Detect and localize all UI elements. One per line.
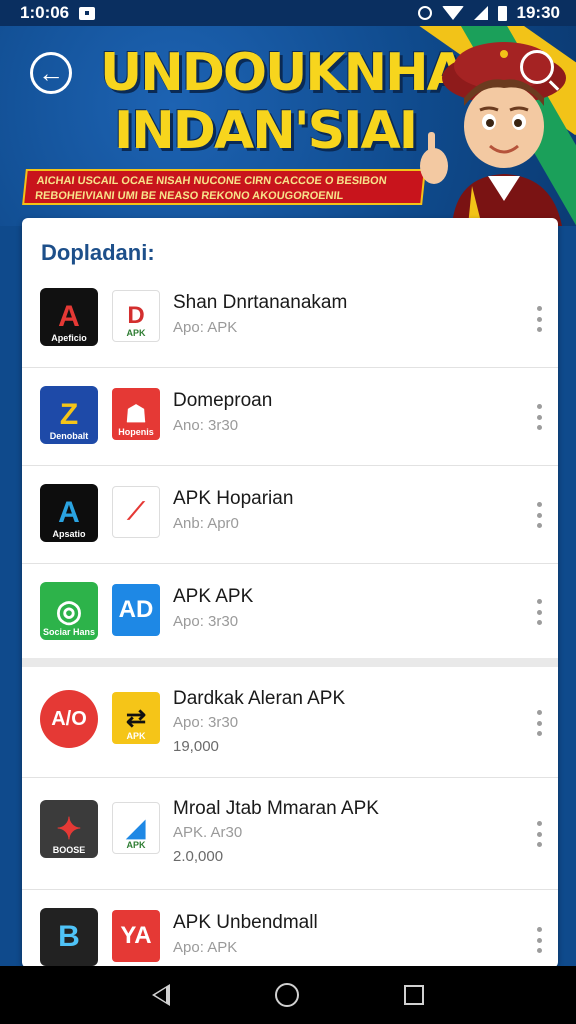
apk-icon: ⇄ APK [112, 692, 160, 744]
header-banner: ← UNDOUKNHAN INDAN'SIAI AICHAI USCAIL OC… [0, 26, 576, 226]
apk-icon-caption: Hopenis [118, 427, 154, 437]
list-item[interactable]: Z Denobalt ☗ Hopenis Domeproan Ano: 3r30 [22, 368, 558, 466]
more-options-icon[interactable] [536, 502, 542, 528]
app-size: 19,000 [173, 738, 219, 755]
app-subtitle: Ano: 3r30 [173, 417, 239, 434]
apk-icon: YA [112, 910, 160, 962]
back-arrow-icon: ← [38, 58, 64, 88]
list-item[interactable]: ◎ Sociar Hans AD APK APK Apo: 3r30 [22, 564, 558, 660]
app-icon-glyph: ✦ [56, 812, 82, 846]
app-subtitle: Apo: APK [173, 319, 238, 336]
battery-icon [497, 5, 507, 21]
app-icon-glyph: Z [59, 398, 79, 431]
app-size: 2.0,000 [173, 848, 224, 865]
app-icon-glyph: ◎ [55, 594, 83, 628]
app-icon: A Apsatio [40, 484, 98, 542]
app-name: APK APK [173, 586, 254, 607]
section-divider [22, 658, 558, 667]
app-name: Domeproan [173, 390, 273, 411]
app-icon: ◎ Sociar Hans [40, 582, 98, 640]
app-icon: Z Denobalt [40, 386, 98, 444]
back-button[interactable]: ← [30, 52, 72, 94]
apk-icon-caption: APK [126, 840, 146, 850]
app-subtitle: Anb: Apr0 [173, 515, 239, 532]
nav-home-icon[interactable] [274, 983, 299, 1007]
app-icon-glyph: B [58, 920, 80, 953]
apk-icon-glyph: AD [118, 596, 154, 623]
apk-icon-glyph: D [127, 302, 145, 329]
list-title: Dopladani: [41, 240, 155, 265]
ribbon-line1: AICHAI USCAIL OCAE NISAH NUCONE CIRN CAC… [36, 175, 388, 187]
banner-title-line1: UNDOUKNHAN [100, 43, 508, 103]
status-time: 1:0:06 [20, 3, 70, 22]
apk-icon: AD [112, 584, 160, 636]
app-icon-glyph: A [58, 496, 80, 529]
apk-icon: ⟋ [112, 486, 160, 538]
status-bar: 1:0:06 19:30 [0, 0, 576, 26]
apk-icon-caption: APK [126, 731, 146, 741]
app-name: Mroal Jtab Mmaran APK [173, 798, 379, 819]
apk-icon-glyph: ☗ [125, 400, 147, 428]
search-button[interactable] [520, 50, 554, 84]
more-options-icon[interactable] [536, 306, 542, 332]
app-icon-caption: BOOSE [52, 845, 86, 855]
app-subtitle: Apo: 3r30 [173, 613, 239, 630]
navigation-bar [0, 966, 576, 1024]
alarm-icon [417, 6, 432, 20]
app-icon-caption: Apeficio [51, 333, 87, 343]
list-item[interactable]: A Apsatio ⟋ APK Hoparian Anb: Apr0 [22, 466, 558, 564]
list-item[interactable]: A Apeficio D APK Shan Dnrtananakam Apo: APK [22, 270, 558, 368]
notification-icon [79, 6, 96, 20]
app-subtitle: Apo: 3r30 [173, 714, 239, 731]
more-options-icon[interactable] [536, 710, 542, 736]
list-item[interactable]: ✦ BOOSE ◢ APK Mroal Jtab Mmaran APK APK. Ar30… [22, 778, 558, 890]
apk-icon: D APK [112, 290, 160, 342]
app-icon: A Apeficio [40, 288, 98, 346]
apk-icon-caption: APK [126, 328, 146, 338]
apk-icon-glyph: ◢ [126, 814, 146, 842]
banner-ribbon: AICHAI USCAIL OCAE NISAH NUCONE CIRN CAC… [22, 169, 426, 205]
apk-icon-glyph: ⇄ [125, 704, 147, 732]
more-options-icon[interactable] [536, 404, 542, 430]
app-icon-caption: Apsatio [52, 529, 86, 539]
app-name: Shan Dnrtananakam [173, 292, 348, 313]
list-item[interactable]: B YA APK Unbendmall Apo: APK [22, 890, 558, 968]
list-item[interactable]: A/O ⇄ APK Dardkak Aleran APK Apo: 3r30 19,000 [22, 668, 558, 778]
more-options-icon[interactable] [536, 821, 542, 847]
download-list-card: Dopladani: A Apeficio D APK Shan Dnrtananaka… [22, 218, 558, 968]
app-name: Dardkak Aleran APK [173, 688, 346, 709]
app-subtitle: Apo: APK [173, 939, 238, 956]
apk-icon-glyph: YA [120, 922, 152, 949]
app-icon-caption: Sociar Hans [42, 627, 96, 637]
signal-icon [473, 6, 488, 20]
app-icon: B [40, 908, 98, 966]
status-clock: 19:30 [516, 3, 560, 22]
apk-icon: ☗ Hopenis [112, 388, 160, 440]
app-icon: ✦ BOOSE [40, 800, 98, 858]
app-name: APK Unbendmall [173, 912, 318, 933]
app-icon-caption: Denobalt [49, 431, 89, 441]
more-options-icon[interactable] [536, 927, 542, 953]
apk-icon-glyph: ⟋ [127, 498, 145, 525]
apk-icon: ◢ APK [112, 802, 160, 854]
app-subtitle: APK. Ar30 [173, 824, 243, 841]
nav-back-icon[interactable] [152, 984, 171, 1006]
app-icon-glyph: A [58, 300, 80, 333]
wifi-icon [441, 6, 464, 20]
nav-recent-apps-icon[interactable] [403, 985, 424, 1005]
banner-title-line2: INDAN'SIAI [113, 101, 418, 161]
app-icon-glyph: A/O [51, 707, 87, 730]
more-options-icon[interactable] [536, 599, 542, 625]
app-icon: A/O [40, 690, 98, 748]
banner-title: UNDOUKNHAN INDAN'SIAI [100, 43, 508, 161]
app-name: APK Hoparian [173, 488, 294, 509]
ribbon-line2: REBOHEIVIANI UMI BE NEASO REKONO AKOUGOR… [34, 190, 344, 202]
